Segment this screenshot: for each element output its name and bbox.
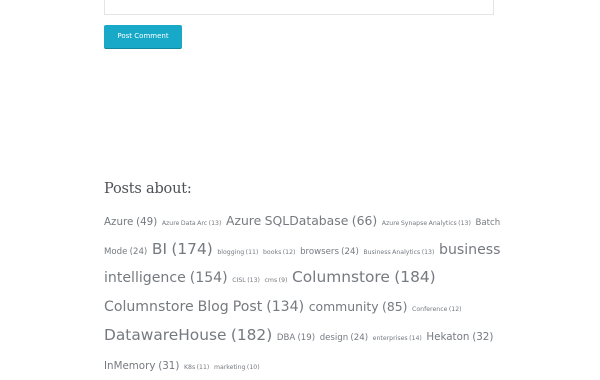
tag-link[interactable]: K8s (11) bbox=[184, 364, 209, 371]
tag-link[interactable]: books (12) bbox=[263, 249, 295, 256]
posts-about-heading: Posts about: bbox=[104, 181, 192, 197]
tag-link[interactable]: Azure (49) bbox=[104, 216, 157, 228]
tag-link[interactable]: BI (174) bbox=[152, 240, 213, 258]
comment-textarea[interactable] bbox=[104, 0, 494, 15]
tag-link[interactable]: CISL (13) bbox=[232, 277, 260, 284]
tag-link[interactable]: community (85) bbox=[309, 299, 408, 314]
post-comment-button[interactable]: Post Comment bbox=[104, 25, 182, 48]
tag-link[interactable]: Columnstore Blog Post (134) bbox=[104, 299, 304, 315]
tag-link[interactable]: Business Analytics (13) bbox=[363, 249, 434, 256]
tag-link[interactable]: Conference (12) bbox=[412, 306, 462, 313]
tag-link[interactable]: DatawareHouse (182) bbox=[104, 326, 272, 344]
tag-link[interactable]: marketing (10) bbox=[214, 364, 260, 371]
tag-link[interactable]: browsers (24) bbox=[300, 247, 359, 257]
tag-link[interactable]: enterprises (14) bbox=[373, 335, 422, 342]
tag-link[interactable]: Azure Data Arc (13) bbox=[162, 220, 222, 227]
tag-link[interactable]: Azure SQLDatabase (66) bbox=[226, 213, 377, 228]
tag-link[interactable]: Columnstore (184) bbox=[292, 268, 436, 286]
tag-link[interactable]: blogging (11) bbox=[217, 249, 258, 256]
tag-link[interactable]: Azure Synapse Analytics (13) bbox=[382, 220, 471, 227]
tag-link[interactable]: InMemory (31) bbox=[104, 360, 179, 372]
tag-cloud: Azure (49) Azure Data Arc (13) Azure SQL… bbox=[104, 208, 506, 380]
tag-link[interactable]: Hekaton (32) bbox=[426, 331, 493, 343]
tag-link[interactable]: cms (9) bbox=[265, 277, 288, 284]
